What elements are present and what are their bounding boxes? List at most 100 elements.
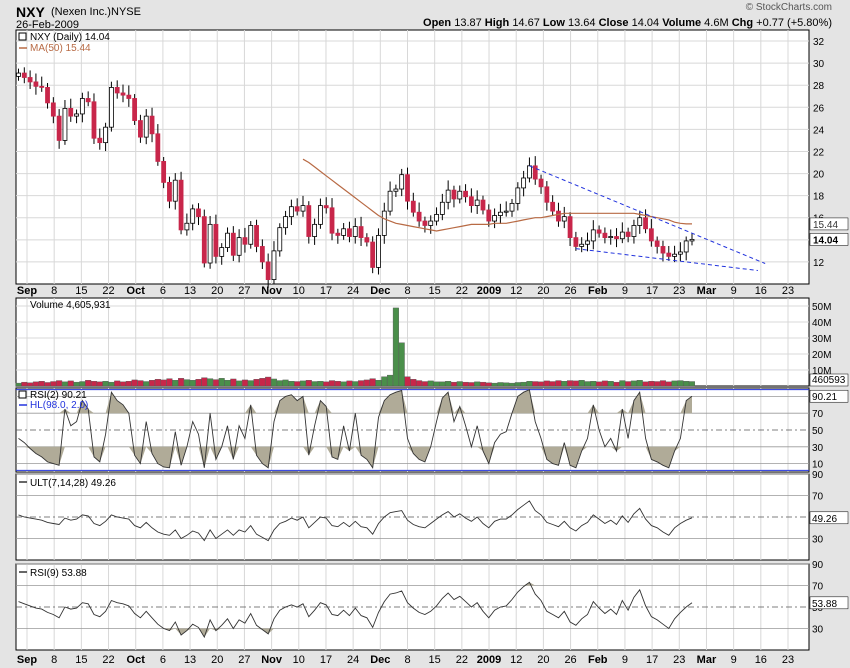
volume-bar	[114, 380, 121, 387]
candle-body	[677, 251, 683, 255]
candle-body	[103, 126, 108, 144]
quote-summary: Open 13.87 High 14.67 Low 13.64 Close 14…	[423, 17, 832, 29]
volume-bar	[282, 379, 289, 387]
candle-body	[120, 92, 126, 96]
volume-bar	[474, 381, 481, 387]
volume-bar	[224, 380, 231, 387]
candle-body	[318, 205, 323, 225]
candle-body	[138, 120, 143, 138]
x-label-bottom: 15	[429, 654, 441, 666]
volume-bar	[102, 381, 109, 387]
volume-value: 4.6M	[704, 17, 729, 29]
volume-bar	[509, 382, 516, 387]
x-label-bottom: 9	[622, 654, 628, 666]
candle-body	[585, 240, 590, 245]
candle-body	[201, 216, 207, 264]
ult-value-badge: 49.26	[812, 514, 837, 525]
price-panel	[15, 29, 810, 285]
volume-bar	[665, 381, 672, 387]
candle-body	[439, 201, 445, 215]
x-label-bottom: 16	[755, 654, 767, 666]
candle-body	[376, 235, 381, 268]
volume-bar	[247, 380, 254, 387]
candle-body	[416, 211, 422, 222]
candle-body	[74, 113, 79, 117]
candle-body	[567, 216, 573, 239]
candle-body	[405, 174, 410, 202]
volume-bar	[85, 380, 92, 387]
candle-body	[521, 177, 527, 189]
x-label-bottom: 23	[673, 654, 685, 666]
volume-bar	[154, 379, 161, 387]
candle-body	[79, 98, 85, 115]
candle-body	[132, 98, 138, 121]
x-label-bottom: Nov	[261, 654, 283, 666]
volume-bar	[56, 380, 63, 387]
x-label-top: Nov	[261, 285, 283, 297]
candle-body	[515, 187, 521, 204]
volume-bar	[561, 381, 568, 387]
x-label-bottom: 12	[510, 654, 522, 666]
candle-body	[283, 216, 288, 229]
volume-bar	[90, 381, 97, 387]
volume-bar	[212, 379, 219, 387]
x-label-top: 9	[731, 285, 737, 297]
volume-bar	[567, 380, 574, 387]
volume-bar	[619, 380, 626, 387]
candle-body	[486, 209, 492, 222]
candle-body	[602, 232, 608, 239]
volume-bar	[439, 381, 446, 387]
x-label-top: 2009	[477, 285, 501, 297]
volume-bar	[317, 381, 324, 387]
x-label-bottom: 8	[404, 654, 410, 666]
volume-bar	[427, 380, 434, 387]
rsi2-value-badge: 90.21	[812, 392, 837, 403]
volume-bar	[590, 381, 597, 387]
brand-watermark[interactable]: © StockCharts.com	[746, 2, 832, 13]
x-label-top: 10	[293, 285, 305, 297]
x-label-top: 23	[673, 285, 685, 297]
ma-price-badge: 15.44	[813, 220, 838, 231]
x-label-bottom: 2009	[477, 654, 501, 666]
candle-body	[294, 206, 300, 212]
volume-bar	[241, 379, 248, 387]
volume-bar	[259, 378, 266, 387]
volume-bar	[404, 376, 411, 387]
volume-bar	[450, 381, 457, 387]
volume-bar	[125, 381, 132, 387]
volume-bar	[96, 381, 103, 387]
candle-body	[265, 261, 271, 280]
volume-bar	[607, 381, 614, 387]
volume-bar	[659, 380, 666, 387]
x-label-top: 12	[510, 285, 522, 297]
volume-bar	[433, 381, 440, 387]
candle-body	[91, 101, 97, 139]
candle-body	[457, 190, 463, 200]
volume-bar	[334, 381, 341, 387]
volume-bar	[230, 378, 237, 387]
candle-body	[666, 252, 672, 257]
x-label-top: 15	[429, 285, 441, 297]
volume-bar	[555, 380, 562, 387]
candle-body	[242, 237, 248, 245]
x-label-top: 9	[622, 285, 628, 297]
candle-body	[463, 190, 468, 198]
x-label-top: Dec	[370, 285, 390, 297]
volume-bar	[625, 381, 632, 387]
chart-date: 26-Feb-2009	[16, 19, 79, 31]
volume-bar	[50, 381, 57, 387]
candle-body	[532, 165, 538, 180]
volume-bar	[352, 381, 359, 387]
candle-body	[434, 214, 439, 222]
volume-bar	[613, 381, 620, 387]
candle-body	[387, 190, 393, 212]
ult-tick-label: 30	[812, 535, 824, 546]
candle-body	[631, 225, 637, 237]
x-label-bottom: 26	[564, 654, 576, 666]
volume-bar	[479, 381, 486, 387]
x-label-top: 23	[782, 285, 794, 297]
x-label-bottom: Dec	[370, 654, 390, 666]
candle-body	[16, 72, 21, 77]
rsi9-tick-label: 90	[812, 560, 824, 571]
candle-body	[445, 189, 451, 203]
